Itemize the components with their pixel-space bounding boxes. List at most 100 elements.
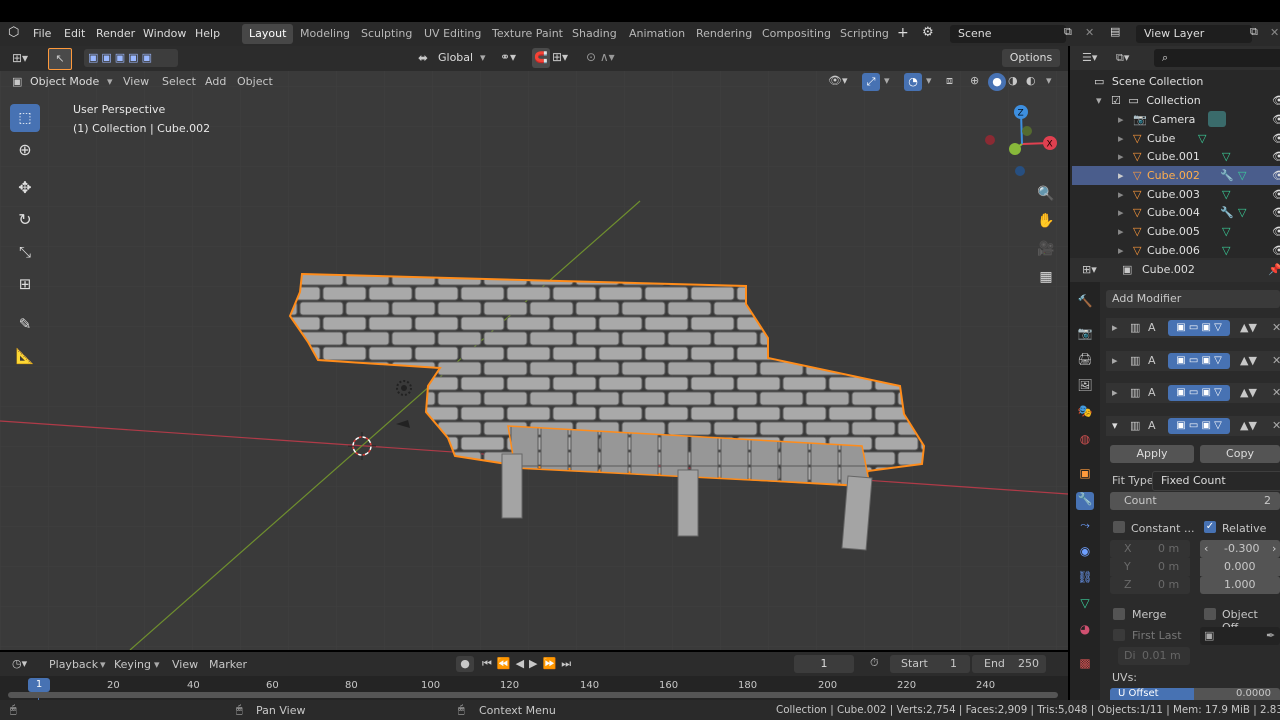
outliner-item-cube-004[interactable]: ▸ ▽ Cube.004 🔧 ▽ 👁 (1072, 203, 1280, 222)
tab-scripting[interactable]: Scripting (833, 24, 896, 44)
merge-checkbox[interactable] (1113, 608, 1125, 620)
view-layer-field[interactable]: View Layer (1136, 25, 1252, 43)
playhead-frame[interactable]: 1 (28, 678, 50, 692)
mesh-data-icon[interactable]: ▽ (1238, 166, 1246, 185)
menu-help[interactable]: Help (195, 27, 220, 40)
scene-field[interactable]: Scene (950, 25, 1066, 43)
menu-file[interactable]: File (33, 27, 51, 40)
overlays-toggle-icon[interactable]: ◔ (904, 73, 922, 91)
wrench-icon[interactable]: 🔧 (1220, 203, 1234, 222)
outliner-item-cube-002[interactable]: ▸ ▽ Cube.002 🔧 ▽ 👁 (1072, 166, 1280, 185)
relative-offset-checkbox[interactable]: ✓ (1204, 521, 1216, 533)
eye-icon[interactable]: 👁 (1272, 222, 1280, 241)
proportional-edit-icon[interactable]: ⊙ ∧▾ (586, 50, 615, 64)
close-icon[interactable]: ✕ (1272, 386, 1280, 399)
offset-object-field[interactable]: ▣ ✒ (1200, 627, 1280, 645)
expand-arrow-icon[interactable]: ▾ (1096, 94, 1102, 107)
tab-animation[interactable]: Animation (622, 24, 692, 44)
viewport-menu-view[interactable]: View (123, 75, 149, 88)
solid-shading-icon[interactable]: ● (988, 73, 1006, 91)
mode-dropdown[interactable]: Object Mode (30, 75, 99, 88)
scene-icon[interactable]: ⚙ (922, 25, 934, 40)
tab-texture-paint[interactable]: Texture Paint (485, 24, 570, 44)
expand-arrow-icon[interactable]: ▸ (1112, 321, 1118, 334)
modifier-name[interactable]: A (1148, 386, 1156, 399)
display-mode-icon[interactable]: ⧉▾ (1116, 51, 1129, 65)
chevron-down-icon[interactable]: ▾ (926, 74, 932, 87)
orientation-icon[interactable]: ⬌ (418, 51, 428, 65)
tab-compositing[interactable]: Compositing (755, 24, 838, 44)
add-modifier-dropdown[interactable]: Add Modifier (1106, 290, 1280, 308)
timeline-editor-icon[interactable]: ◷▾ (12, 657, 27, 670)
expand-arrow-icon[interactable]: ▸ (1112, 386, 1118, 399)
delete-scene-icon[interactable]: ✕ (1085, 26, 1094, 39)
tab-material-icon[interactable]: ◕ (1076, 622, 1094, 640)
timeline-menu-marker[interactable]: Marker (209, 658, 247, 671)
material-shading-icon[interactable]: ◑ (1008, 74, 1018, 87)
expand-arrow-icon[interactable]: ▸ (1118, 188, 1124, 201)
close-icon[interactable]: ✕ (1272, 354, 1280, 367)
outliner-scene-collection[interactable]: ▭ Scene Collection (1072, 72, 1280, 91)
menu-window[interactable]: Window (143, 27, 186, 40)
ortho-grid-icon[interactable]: ▦ (1034, 265, 1058, 289)
mesh-data-icon[interactable]: ▽ (1222, 185, 1230, 204)
gizmo-toggle-icon[interactable]: ⤢ (862, 73, 880, 91)
select-tool-icon[interactable]: ↖ (48, 48, 72, 70)
tab-rendering[interactable]: Rendering (689, 24, 759, 44)
tab-world-icon[interactable]: ◍ (1076, 432, 1094, 450)
tab-layout[interactable]: Layout (242, 24, 294, 44)
blender-logo-icon[interactable]: ⬡ (8, 25, 19, 40)
u-offset-field[interactable]: U Offset 0.0000 (1110, 688, 1280, 700)
transform-orientation-dropdown[interactable]: Global (438, 51, 473, 64)
tab-sculpting[interactable]: Sculpting (354, 24, 419, 44)
outliner-item-cube-006[interactable]: ▸ ▽ Cube.006 ▽ 👁 (1072, 241, 1280, 258)
outliner-collection[interactable]: ▾ ☑ ▭ Collection 👁 (1072, 91, 1280, 110)
outliner-item-cube-003[interactable]: ▸ ▽ Cube.003 ▽ 👁 (1072, 185, 1280, 204)
eye-icon[interactable]: 👁 (1272, 129, 1280, 148)
outliner-item-cube[interactable]: ▸ ▽ Cube ▽ 👁 (1072, 129, 1280, 148)
tab-particles-icon[interactable]: ⤳ (1076, 518, 1094, 536)
modifier-display-toggles-icon[interactable]: ▣ ▭ ▣ ▽ (1168, 385, 1230, 401)
modifier-header-2[interactable]: ▸ ▥ A ▣ ▭ ▣ ▽ ▲▼ ✕ (1106, 351, 1280, 371)
timeline-menu-playback[interactable]: Playback (49, 658, 98, 671)
relative-y-field[interactable]: 0.000 (1200, 558, 1280, 576)
scale-tool-icon[interactable]: ⤡ (10, 238, 40, 266)
eye-icon[interactable]: 👁 (1272, 147, 1280, 166)
wrench-icon[interactable]: 🔧 (1220, 166, 1234, 185)
modifier-header-1[interactable]: ▸ ▥ A ▣ ▭ ▣ ▽ ▲▼ ✕ (1106, 318, 1280, 338)
viewport-menu-select[interactable]: Select (162, 75, 196, 88)
delete-view-layer-icon[interactable]: ✕ (1270, 26, 1279, 39)
tab-data-icon[interactable]: ▽ (1076, 596, 1094, 614)
view-layer-icon[interactable]: ▤ (1110, 25, 1120, 38)
selection-mode-icons[interactable]: ▣▣▣▣▣ (84, 49, 178, 67)
mesh-data-icon[interactable]: ▽ (1222, 147, 1230, 166)
viewport-menu-object[interactable]: Object (237, 75, 273, 88)
visibility-icon[interactable]: 👁▾ (828, 74, 848, 87)
3d-viewport[interactable]: X Z User Perspective (1) Collection | Cu… (0, 46, 1068, 650)
expand-arrow-icon[interactable]: ▸ (1112, 354, 1118, 367)
tab-modifiers-wrench-icon[interactable]: 🔧 (1076, 492, 1094, 510)
copy-button[interactable]: Copy (1200, 445, 1280, 463)
editor-type-icon[interactable]: ⊞▾ (12, 51, 28, 65)
tab-uv-editing[interactable]: UV Editing (417, 24, 488, 44)
select-box-tool-icon[interactable]: ⬚ (10, 104, 40, 132)
camera-view-icon[interactable]: 🎥 (1034, 237, 1058, 261)
pivot-icon[interactable]: ⚭▾ (500, 50, 516, 64)
move-tool-icon[interactable]: ✥ (10, 174, 40, 202)
expand-arrow-icon[interactable]: ▸ (1118, 113, 1124, 126)
timeline-menu-view[interactable]: View (172, 658, 198, 671)
properties-editor-icon[interactable]: ⊞▾ (1082, 263, 1097, 276)
modifier-header-3[interactable]: ▸ ▥ A ▣ ▭ ▣ ▽ ▲▼ ✕ (1106, 383, 1280, 403)
outliner-item-camera[interactable]: ▸ 📷 Camera 👁 (1072, 110, 1280, 129)
relative-x-field[interactable]: ‹ -0.300 › (1200, 540, 1280, 558)
tab-texture-icon[interactable]: ▩ (1076, 656, 1094, 674)
wireframe-shading-icon[interactable]: ⊕ (970, 74, 979, 87)
expand-arrow-icon[interactable]: ▸ (1118, 244, 1124, 257)
tab-constraints-icon[interactable]: ⛓ (1076, 570, 1094, 588)
modifier-display-toggles-icon[interactable]: ▣ ▭ ▣ ▽ (1168, 320, 1230, 336)
collapse-arrow-icon[interactable]: ▾ (1112, 419, 1118, 432)
mesh-data-icon[interactable]: ▽ (1238, 203, 1246, 222)
tab-physics-icon[interactable]: ◉ (1076, 544, 1094, 562)
menu-edit[interactable]: Edit (64, 27, 85, 40)
expand-arrow-icon[interactable]: ▸ (1118, 150, 1124, 163)
